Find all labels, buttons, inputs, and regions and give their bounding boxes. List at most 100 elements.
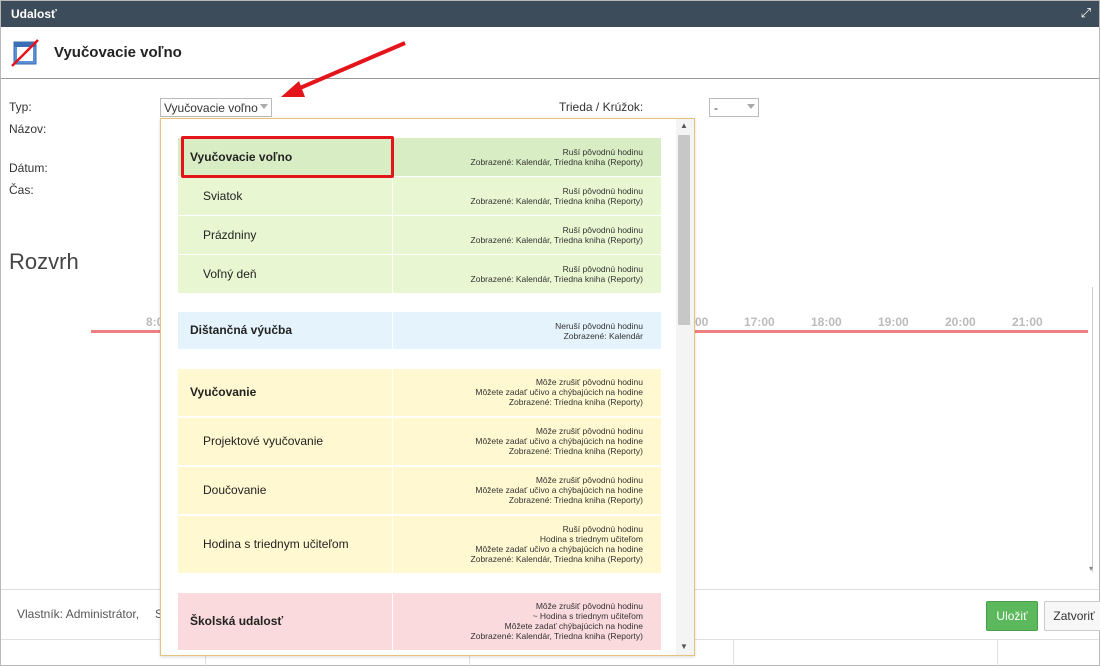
option-description: Ruší pôvodnú hodinu Zobrazené: Kalendár,…	[471, 225, 643, 245]
option-description: Ruší pôvodnú hodinu Zobrazené: Kalendár,…	[471, 186, 643, 206]
option-divider	[392, 312, 393, 349]
hour-label: 21:00	[1012, 315, 1043, 329]
event-dialog: Udalosť ⤢ Vyučovacie voľno Typ: Názov: D…	[0, 0, 1100, 666]
option-description: Môže zrušiť pôvodnú hodinu Môžete zadať …	[475, 377, 643, 407]
desc-line: Neruší pôvodnú hodinu	[555, 321, 643, 331]
pointer-arrow-annotation	[281, 41, 406, 97]
page-title: Vyučovacie voľno	[54, 44, 182, 61]
desc-line: Zobrazené: Kalendár, Triedna kniha (Repo…	[470, 274, 643, 284]
cas-label: Čas:	[9, 183, 34, 197]
option-distancna-vyucba[interactable]: Dištančná výučba Neruší pôvodnú hodinu Z…	[178, 312, 661, 349]
option-label: Vyučovanie	[190, 385, 257, 399]
owner-text: Vlastník: Administrátor,	[17, 607, 140, 621]
scroll-up-icon[interactable]: ▲	[680, 121, 688, 130]
hour-label: 17:00	[744, 315, 775, 329]
option-divider	[392, 593, 393, 650]
option-label: Voľný deň	[203, 267, 257, 281]
option-prazdniny[interactable]: Prázdniny Ruší pôvodnú hodinu Zobrazené:…	[178, 216, 661, 254]
chevron-down-icon	[747, 104, 755, 109]
option-description: Ruší pôvodnú hodinu Zobrazené: Kalendár,…	[471, 147, 643, 167]
dialog-header: Vyučovacie voľno	[1, 27, 1099, 79]
close-button[interactable]: Zatvoriť	[1044, 601, 1100, 631]
option-sviatok[interactable]: Sviatok Ruší pôvodnú hodinu Zobrazené: K…	[178, 177, 661, 215]
nazov-label: Názov:	[9, 122, 47, 136]
desc-line: Zobrazené: Kalendár	[563, 331, 643, 341]
desc-line: Zobrazené: Triedna kniha (Reporty)	[508, 495, 643, 505]
option-description: Môže zrušiť pôvodnú hodinu Môžete zadať …	[475, 475, 643, 505]
option-hodina-s-triednym[interactable]: Hodina s triednym učiteľom Ruší pôvodnú …	[178, 516, 661, 573]
typ-select-value: Vyučovacie voľno	[164, 101, 258, 115]
desc-line: Hodina s triednym učiteľom	[539, 534, 643, 544]
desc-line: ~ Hodina s triednym učiteľom	[532, 611, 643, 621]
desc-line: Môžete zadať chýbajúcich na hodine	[504, 621, 643, 631]
dialog-titlebar: Udalosť ⤢	[1, 1, 1099, 27]
desc-line: Zobrazené: Kalendár, Triedna kniha (Repo…	[470, 196, 643, 206]
desc-line: Môže zrušiť pôvodnú hodinu	[535, 475, 643, 485]
option-description: Môže zrušiť pôvodnú hodinu ~ Hodina s tr…	[471, 601, 643, 641]
scrollbar-thumb[interactable]	[678, 135, 690, 325]
desc-line: Môžete zadať učivo a chýbajúcich na hodi…	[475, 387, 643, 397]
hour-label: 18:00	[811, 315, 842, 329]
option-divider	[392, 255, 393, 293]
calendar-off-icon	[11, 39, 39, 67]
scroll-down-icon[interactable]: ▼	[680, 642, 688, 651]
schedule-scrollbar[interactable]: ▾	[1089, 287, 1096, 573]
desc-line: Zobrazené: Triedna kniha (Reporty)	[508, 446, 643, 456]
desc-line: Zobrazené: Triedna kniha (Reporty)	[508, 397, 643, 407]
option-description: Neruší pôvodnú hodinu Zobrazené: Kalendá…	[555, 321, 643, 341]
desc-line: Ruší pôvodnú hodinu	[562, 264, 643, 274]
option-label: Hodina s triednym učiteľom	[203, 537, 349, 551]
desc-line: Zobrazené: Kalendár, Triedna kniha (Repo…	[470, 235, 643, 245]
option-divider	[392, 418, 393, 465]
trieda-select[interactable]: -	[709, 98, 759, 117]
typ-label: Typ:	[9, 100, 32, 114]
schedule-title: Rozvrh	[9, 249, 79, 274]
option-label: Sviatok	[203, 189, 243, 203]
chevron-down-icon	[260, 104, 268, 109]
desc-line: Môžete zadať učivo a chýbajúcich na hodi…	[475, 485, 643, 495]
trieda-select-value: -	[714, 101, 718, 115]
desc-line: Zobrazené: Kalendár, Triedna kniha (Repo…	[470, 157, 643, 167]
dialog-title: Udalosť	[11, 7, 57, 21]
option-divider	[392, 216, 393, 254]
desc-line: Zobrazené: Kalendár, Triedna kniha (Repo…	[470, 631, 643, 641]
selection-highlight-annotation	[181, 136, 394, 178]
hour-label: 00	[695, 315, 709, 329]
option-doucovanie[interactable]: Doučovanie Môže zrušiť pôvodnú hodinu Mô…	[178, 467, 661, 514]
option-label: Školská udalosť	[190, 614, 284, 628]
desc-line: Môžete zadať učivo a chýbajúcich na hodi…	[475, 544, 643, 554]
typ-select[interactable]: Vyučovacie voľno	[160, 98, 272, 117]
grid-divider	[733, 640, 734, 666]
option-projektove-vyucovanie[interactable]: Projektové vyučovanie Môže zrušiť pôvodn…	[178, 418, 661, 465]
save-button[interactable]: Uložiť	[986, 601, 1038, 631]
option-divider	[392, 516, 393, 573]
desc-line: Ruší pôvodnú hodinu	[562, 147, 643, 157]
option-description: Ruší pôvodnú hodinu Zobrazené: Kalendár,…	[471, 264, 643, 284]
datum-label: Dátum:	[9, 161, 48, 175]
option-volny-den[interactable]: Voľný deň Ruší pôvodnú hodinu Zobrazené:…	[178, 255, 661, 293]
expand-icon[interactable]: ⤢	[1081, 5, 1091, 21]
desc-line: Ruší pôvodnú hodinu	[562, 524, 643, 534]
grid-divider	[997, 640, 998, 666]
option-label: Projektové vyučovanie	[203, 434, 324, 448]
desc-line: Môžete zadať učivo a chýbajúcich na hodi…	[475, 436, 643, 446]
option-vyucovanie[interactable]: Vyučovanie Môže zrušiť pôvodnú hodinu Mô…	[178, 369, 661, 416]
option-label: Prázdniny	[203, 228, 257, 242]
desc-line: Ruší pôvodnú hodinu	[562, 225, 643, 235]
dropdown-scrollbar[interactable]: ▲ ▼	[676, 119, 694, 655]
option-label: Dištančná výučba	[190, 323, 293, 337]
desc-line: Zobrazené: Kalendár, Triedna kniha (Repo…	[470, 554, 643, 564]
option-description: Ruší pôvodnú hodinu Hodina s triednym uč…	[471, 524, 643, 564]
hour-label: 20:00	[945, 315, 976, 329]
desc-line: Môže zrušiť pôvodnú hodinu	[535, 377, 643, 387]
option-divider	[392, 369, 393, 416]
trieda-label: Trieda / Krúžok:	[559, 100, 644, 114]
hour-label: 19:00	[878, 315, 909, 329]
option-divider	[392, 467, 393, 514]
option-skolska-udalost[interactable]: Školská udalosť Môže zrušiť pôvodnú hodi…	[178, 593, 661, 650]
option-label: Doučovanie	[203, 483, 267, 497]
desc-line: Môže zrušiť pôvodnú hodinu	[535, 426, 643, 436]
option-description: Môže zrušiť pôvodnú hodinu Môžete zadať …	[475, 426, 643, 456]
typ-dropdown-list: Vyučovacie voľno Ruší pôvodnú hodinu Zob…	[160, 118, 695, 656]
desc-line: Ruší pôvodnú hodinu	[562, 186, 643, 196]
